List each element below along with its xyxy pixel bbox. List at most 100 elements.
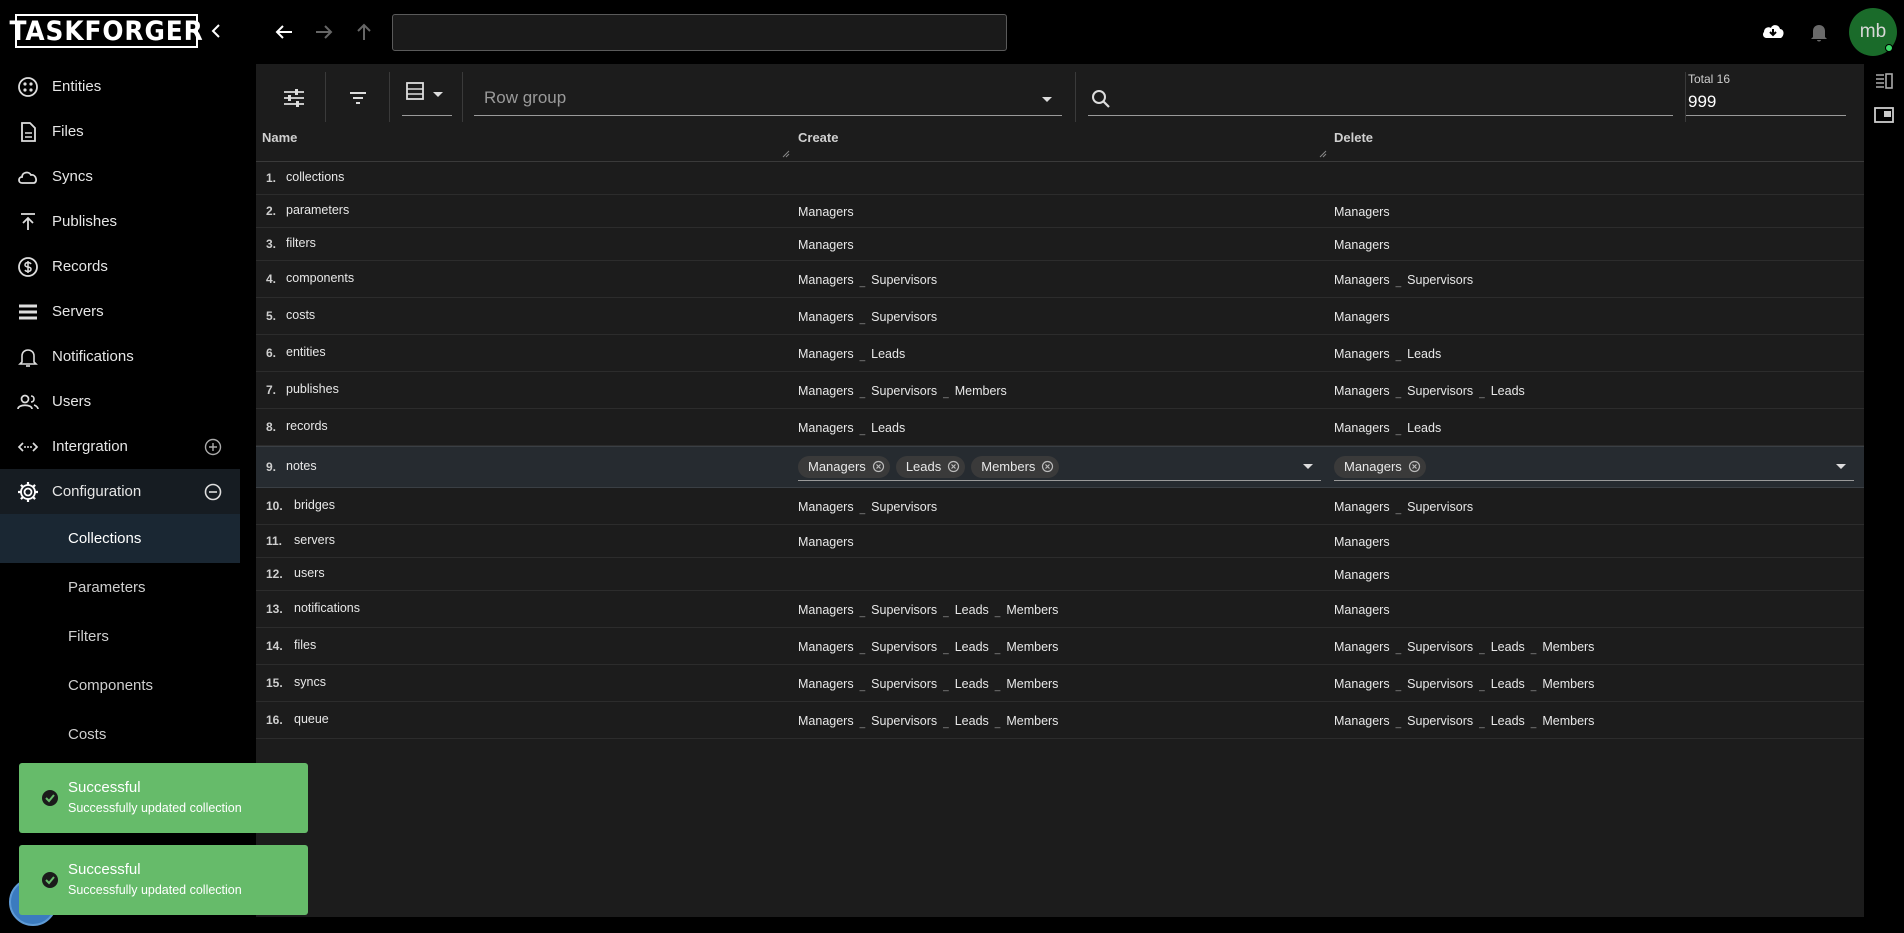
table-row[interactable]: 8. records Managers _ Leads Managers _ Leads (256, 409, 1864, 446)
sidebar-item-intergration[interactable]: Intergration (0, 424, 240, 469)
sidebar-subitem-filters[interactable]: Filters (0, 612, 240, 661)
create-cell[interactable]: Managers _ Supervisors _ Leads _ Members (798, 665, 1058, 702)
create-cell[interactable]: Managers _ Supervisors _ Leads _ Members (798, 591, 1058, 628)
window-panel-icon[interactable] (1873, 104, 1895, 126)
sidebar-subitem-costs[interactable]: Costs (0, 710, 240, 759)
delete-cell[interactable]: Managers _ Supervisors (1334, 261, 1473, 298)
success-toast[interactable]: Successful Successfully updated collectio… (19, 845, 308, 915)
delete-cell[interactable]: Managers (1334, 558, 1390, 591)
create-cell[interactable]: Managers (798, 228, 854, 261)
sidebar-item-syncs[interactable]: Syncs (0, 154, 240, 199)
column-resize-handle[interactable] (1319, 150, 1327, 158)
up-arrow-icon[interactable] (352, 20, 376, 44)
delete-cell[interactable]: Managers (1334, 591, 1390, 628)
delete-cell[interactable]: Managers _ Supervisors _ Leads _ Members (1334, 665, 1594, 702)
sidebar-item-notifications[interactable]: Notifications (0, 334, 240, 379)
cloud-download-icon[interactable] (1760, 19, 1786, 45)
create-cell[interactable]: Managers _ Supervisors _ Leads _ Members (798, 702, 1058, 739)
delete-roles-select[interactable]: Managers (1334, 453, 1854, 481)
caret-down-icon[interactable] (1301, 461, 1315, 473)
delete-cell[interactable]: Managers (1334, 525, 1390, 558)
separator: _ (1479, 718, 1485, 729)
table-row[interactable]: 15. syncs Managers _ Supervisors _ Leads _ Membe… (256, 665, 1864, 702)
forward-arrow-icon[interactable] (312, 20, 336, 44)
sidebar-subitem-components[interactable]: Components (0, 661, 240, 710)
create-roles-select[interactable]: Managers Leads Members (798, 453, 1321, 481)
separator: _ (859, 277, 866, 288)
sidebar-item-files[interactable]: Files (0, 109, 240, 154)
table-row[interactable]: 1. collections (256, 162, 1864, 195)
columns-panel-icon[interactable] (1873, 70, 1895, 92)
filter-icon[interactable] (344, 84, 372, 112)
remove-chip-icon[interactable] (1041, 460, 1054, 473)
role-chip: Members (971, 455, 1060, 478)
role-label: Managers (1334, 346, 1390, 361)
column-header-create[interactable]: Create (798, 130, 838, 145)
table-row[interactable]: 4. components Managers _ Supervisors Managers… (256, 261, 1864, 298)
sidebar-subitem-parameters[interactable]: Parameters (0, 563, 240, 612)
column-header-delete[interactable]: Delete (1334, 130, 1373, 145)
column-header-name[interactable]: Name (262, 130, 297, 145)
sidebar-subitem-collections[interactable]: Collections (0, 514, 240, 563)
sidebar-item-publishes[interactable]: Publishes (0, 199, 240, 244)
delete-cell[interactable]: Managers _ Supervisors (1334, 488, 1473, 525)
delete-cell[interactable]: Managers _ Leads (1334, 409, 1441, 446)
table-row[interactable]: 6. entities Managers _ Leads Managers _ Leads (256, 335, 1864, 372)
row-group-placeholder: Row group (484, 88, 567, 107)
table-row[interactable]: 2. parameters Managers Managers (256, 195, 1864, 228)
add-circle-icon[interactable] (202, 436, 224, 458)
sidebar-item-users[interactable]: Users (0, 379, 240, 424)
sidebar-item-configuration[interactable]: Configuration (0, 469, 240, 514)
create-cell[interactable]: Managers _ Supervisors _ Leads _ Members (798, 628, 1058, 665)
create-cell[interactable]: Managers (798, 525, 854, 558)
delete-cell[interactable]: Managers (1334, 195, 1390, 228)
tune-icon[interactable] (280, 84, 308, 112)
sidebar-item-servers[interactable]: Servers (0, 289, 240, 334)
create-cell[interactable]: Managers _ Supervisors (798, 298, 937, 335)
table-row[interactable]: 14. files Managers _ Supervisors _ Leads _ Membe… (256, 628, 1864, 665)
remove-chip-icon[interactable] (947, 460, 960, 473)
sidebar-item-records[interactable]: Records (0, 244, 240, 289)
delete-cell[interactable]: Managers (1334, 228, 1390, 261)
create-cell[interactable]: Managers _ Supervisors _ Members (798, 372, 1007, 409)
back-arrow-icon[interactable] (272, 20, 296, 44)
role-label: Managers (1334, 309, 1390, 324)
separator: _ (1395, 388, 1402, 399)
remove-chip-icon[interactable] (872, 460, 885, 473)
delete-cell[interactable]: Managers _ Supervisors _ Leads (1334, 372, 1525, 409)
sidebar-item-entities[interactable]: Entities (0, 64, 240, 109)
column-resize-handle[interactable] (782, 150, 790, 158)
table-row[interactable]: 10. bridges Managers _ Supervisors Managers _ S… (256, 488, 1864, 525)
app-logo[interactable]: TASKFORGER (9, 14, 203, 48)
table-row[interactable]: 11. servers Managers Managers (256, 525, 1864, 558)
search-input[interactable] (1122, 84, 1662, 112)
address-input[interactable] (392, 14, 1007, 51)
bell-icon[interactable] (1808, 21, 1830, 43)
page-size-field[interactable]: Total 16 999 (1686, 70, 1846, 116)
view-mode-select[interactable] (402, 80, 452, 116)
delete-cell[interactable]: Managers _ Supervisors _ Leads _ Members (1334, 702, 1594, 739)
delete-cell[interactable]: Managers _ Supervisors _ Leads _ Members (1334, 628, 1594, 665)
table-row[interactable]: 3. filters Managers Managers (256, 228, 1864, 261)
role-label: Members (954, 383, 1007, 398)
create-cell[interactable]: Managers _ Supervisors (798, 261, 937, 298)
table-row[interactable]: 13. notifications Managers _ Supervisors _ Lea… (256, 591, 1864, 628)
collapse-circle-icon[interactable] (202, 481, 224, 503)
table-row[interactable]: 12. users Managers (256, 558, 1864, 591)
caret-down-icon[interactable] (1834, 461, 1848, 473)
create-cell[interactable]: Managers _ Supervisors (798, 488, 937, 525)
table-row[interactable]: 7. publishes Managers _ Supervisors _ Members M… (256, 372, 1864, 409)
remove-chip-icon[interactable] (1408, 460, 1421, 473)
success-toast[interactable]: Successful Successfully updated collectio… (19, 763, 308, 833)
create-cell[interactable]: Managers _ Leads (798, 409, 905, 446)
create-cell[interactable]: Managers _ Leads (798, 335, 905, 372)
delete-cell[interactable]: Managers _ Leads (1334, 335, 1441, 372)
delete-cell[interactable]: Managers (1334, 298, 1390, 335)
chevron-left-icon[interactable] (206, 20, 226, 42)
row-group-select[interactable]: Row group (474, 80, 1062, 116)
table-row[interactable]: 16. queue Managers _ Supervisors _ Leads _ Membe… (256, 702, 1864, 739)
role-label: Managers (798, 309, 854, 324)
create-cell[interactable]: Managers (798, 195, 854, 228)
table-row[interactable]: 9. notes Managers Leads Members Managers (256, 446, 1864, 488)
table-row[interactable]: 5. costs Managers _ Supervisors Managers (256, 298, 1864, 335)
